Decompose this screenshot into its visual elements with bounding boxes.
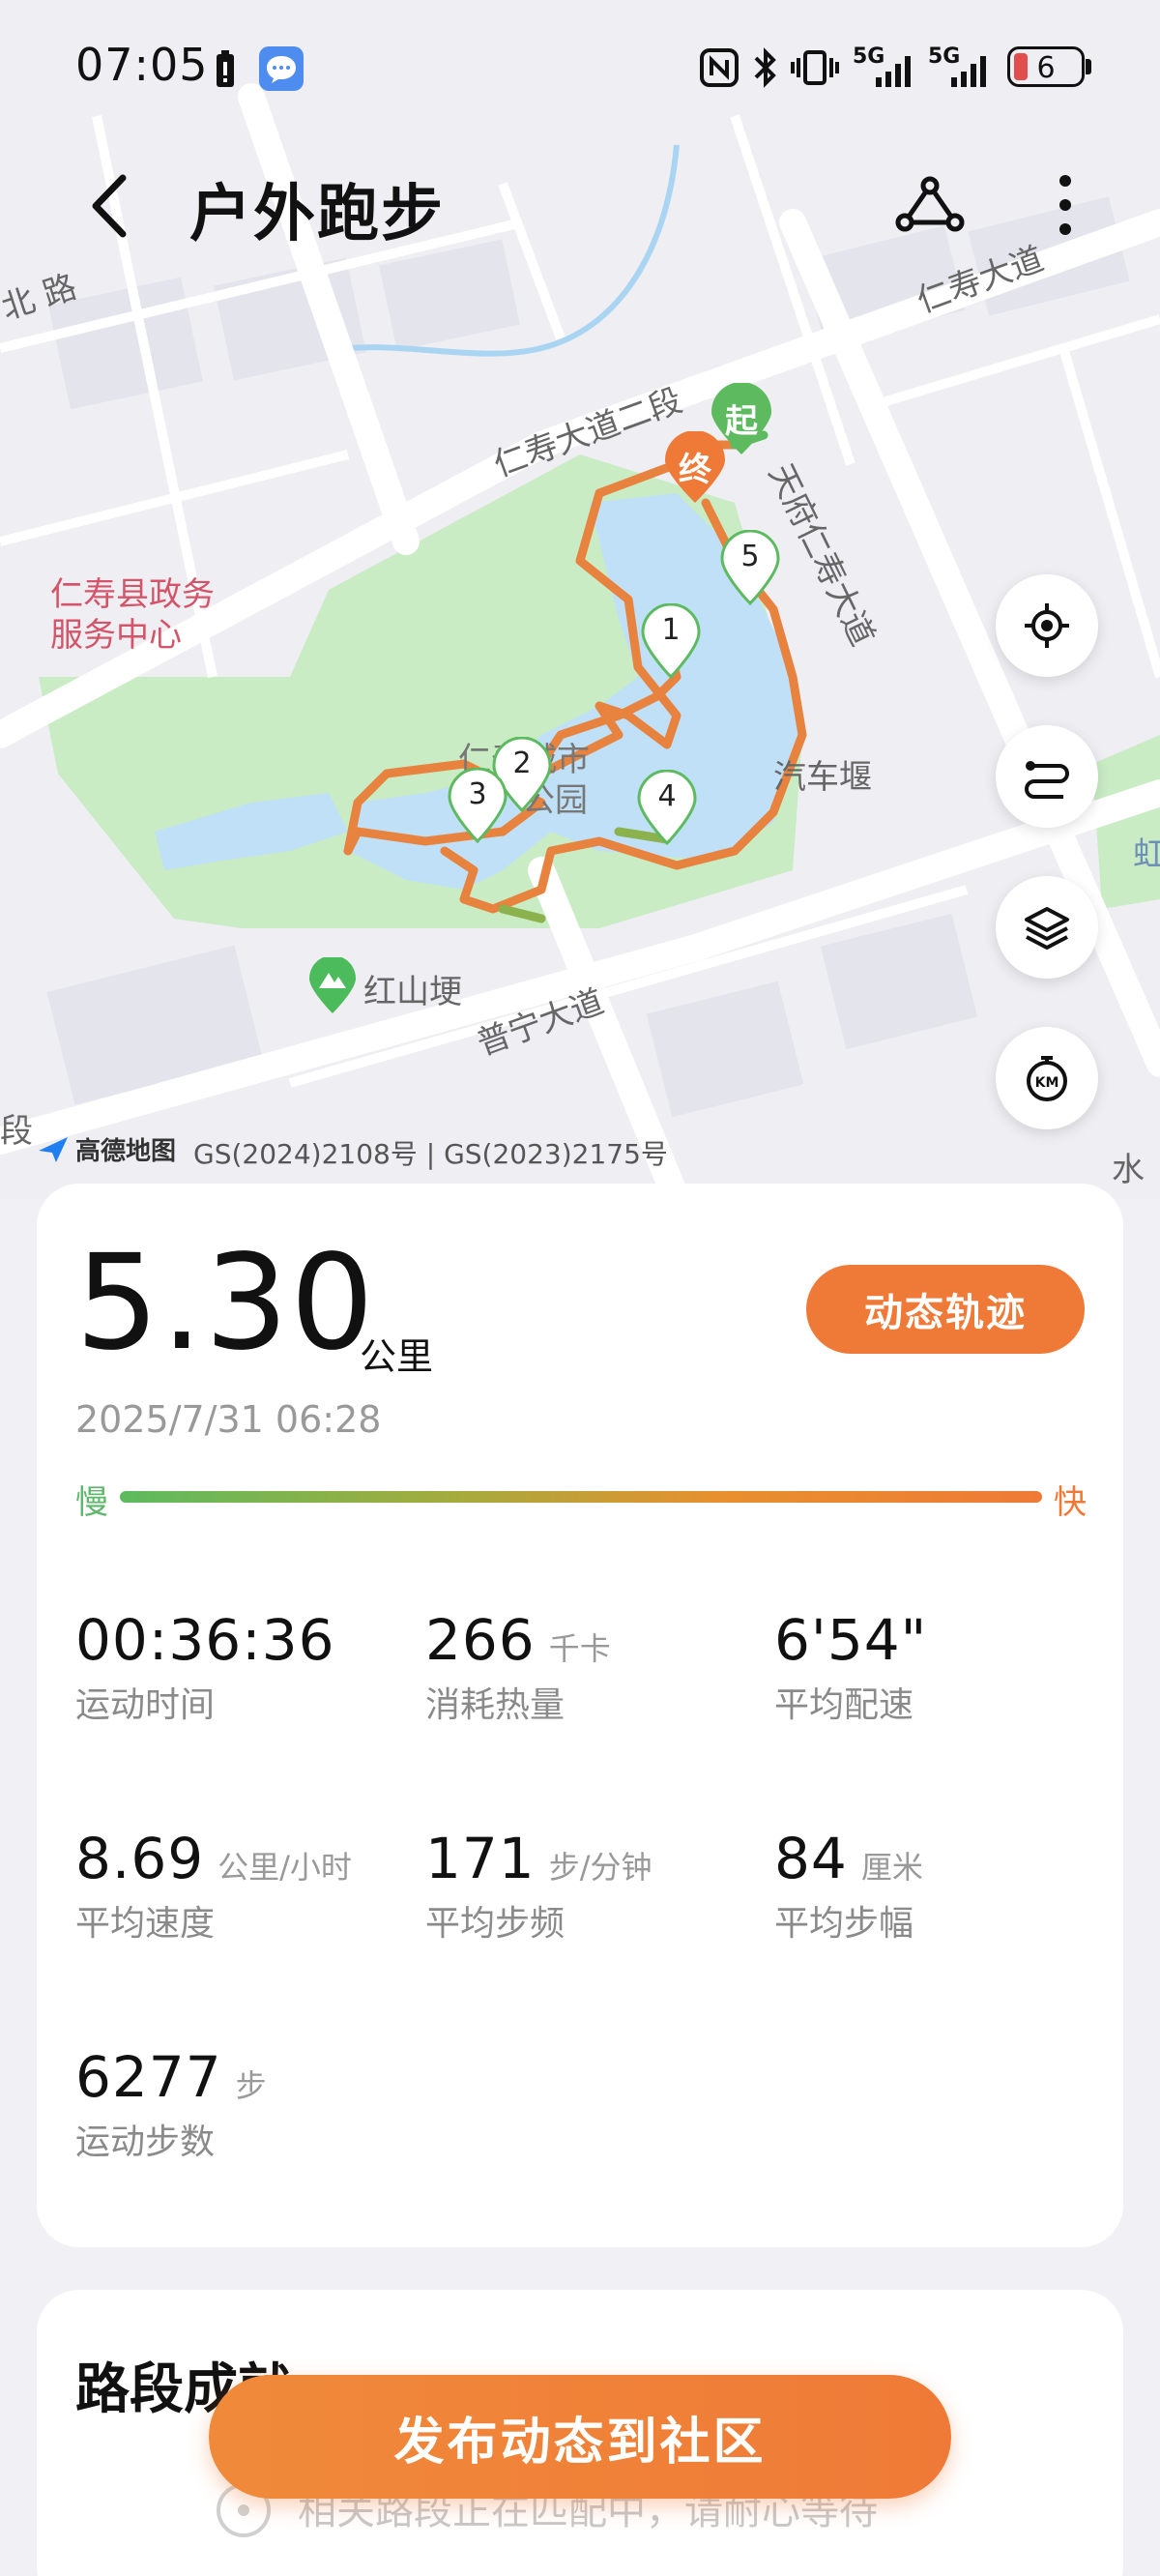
metric-unit: 公里/小时 [218,1849,352,1886]
metric-cadence: 171 步/分钟 平均步频 [425,1826,652,1946]
metric-value: 266 [425,1607,536,1673]
map-label-place: 汽车堰 [773,758,872,797]
messages-app-icon[interactable] [259,46,304,91]
run-summary-card: 5.30 公里 动态轨迹 2025/7/31 06:28 慢 快 00:36:3… [37,1184,1123,2247]
km-timer-button[interactable]: KM [996,1027,1098,1129]
km-marker[interactable]: 5 [719,529,781,606]
map-label-poi: 服务中心 [50,616,182,655]
metric-value: 00:36:36 [75,1607,335,1673]
distance-unit: 公里 [360,1335,434,1378]
metric-duration: 00:36:36 运动时间 [75,1607,335,1727]
metric-unit: 厘米 [860,1849,923,1886]
end-marker[interactable]: 终 [663,430,727,505]
metric-value: 6277 [75,2044,222,2110]
metric-avg-pace: 6'54" 平均配速 [774,1607,927,1727]
signal-icon [876,56,911,87]
battery-level: 6 [1036,51,1056,85]
metric-label: 运动时间 [75,1685,216,1725]
amap-logo-icon [39,1136,68,1162]
dynamic-track-button[interactable]: 动态轨迹 [806,1265,1085,1354]
svg-text:KM: KM [1035,1075,1059,1091]
map-label-poi: 仁寿县政务 [50,575,215,614]
signal-icon [951,56,986,87]
metric-label: 平均步频 [425,1904,566,1944]
route-share-icon [895,176,965,232]
layers-button[interactable] [996,876,1098,979]
scenic-poi-icon[interactable] [307,957,358,1015]
metric-value: 171 [425,1826,536,1891]
route-switch-button[interactable] [996,725,1098,828]
status-time: 07:05 [75,39,209,91]
chevron-left-icon [92,174,127,238]
metric-steps: 6277 步 运动步数 [75,2044,267,2164]
km-marker[interactable]: 4 [636,769,698,846]
layers-icon [1025,907,1069,950]
back-button[interactable] [75,162,143,249]
bluetooth-icon [754,47,776,88]
map-label-edge: 虹 [1133,835,1160,874]
metric-avg-speed: 8.69 公里/小时 平均速度 [75,1826,352,1946]
more-button[interactable] [1036,166,1094,244]
route-share-button[interactable] [891,166,969,244]
map-copyright: GS(2024)2108号 | GS(2023)2175号 [193,1138,668,1170]
pace-slow-label: 慢 [75,1483,108,1522]
metric-label: 平均速度 [75,1904,216,1944]
metric-unit: 步 [235,2067,267,2104]
publish-to-community-button[interactable]: 发布动态到社区 [209,2375,951,2499]
amap-logo: 高德地图 [37,1131,176,1167]
metric-label: 消耗热量 [425,1685,566,1725]
metric-unit: 千卡 [548,1630,611,1667]
metric-value: 84 [774,1826,848,1891]
metric-label: 平均配速 [774,1685,914,1725]
nfc-icon [700,48,739,87]
metric-value: 8.69 [75,1826,205,1891]
locate-icon [1025,603,1069,648]
metric-stride: 84 厘米 平均步幅 [774,1826,923,1946]
pace-fast-label: 快 [1054,1483,1087,1522]
more-vertical-icon [1059,175,1071,235]
vibrate-icon [791,50,839,85]
locate-button[interactable] [996,574,1098,677]
distance-value: 5.30 [75,1227,376,1380]
map-label-place: 红山埂 [363,973,462,1011]
metric-calories: 266 千卡 消耗热量 [425,1607,611,1727]
map-label-place: 水 [1112,1151,1145,1189]
battery-low-icon [217,50,234,87]
route-map[interactable]: 北 路 仁寿大道 仁寿大道二段 天府仁寿大道 仁寿县政务 服务中心 仁寿城市 公… [0,0,1160,1199]
km-marker[interactable]: 3 [447,767,508,844]
pace-gradient-bar [120,1491,1042,1503]
metric-label: 运动步数 [75,2122,216,2162]
run-datetime: 2025/7/31 06:28 [75,1398,382,1441]
km-timer-icon: KM [1027,1056,1067,1101]
status-bar: 07:05 5G 5G 6 [0,0,1160,135]
map-label-edge: 段 [0,1112,33,1151]
metric-unit: 步/分钟 [548,1849,652,1886]
battery-icon: 6 [1007,46,1091,87]
metric-value: 6'54" [774,1607,928,1673]
page-title: 户外跑步 [189,179,445,250]
metric-label: 平均步幅 [774,1904,914,1944]
route-switch-icon [1025,761,1069,799]
km-marker[interactable]: 1 [640,602,702,680]
